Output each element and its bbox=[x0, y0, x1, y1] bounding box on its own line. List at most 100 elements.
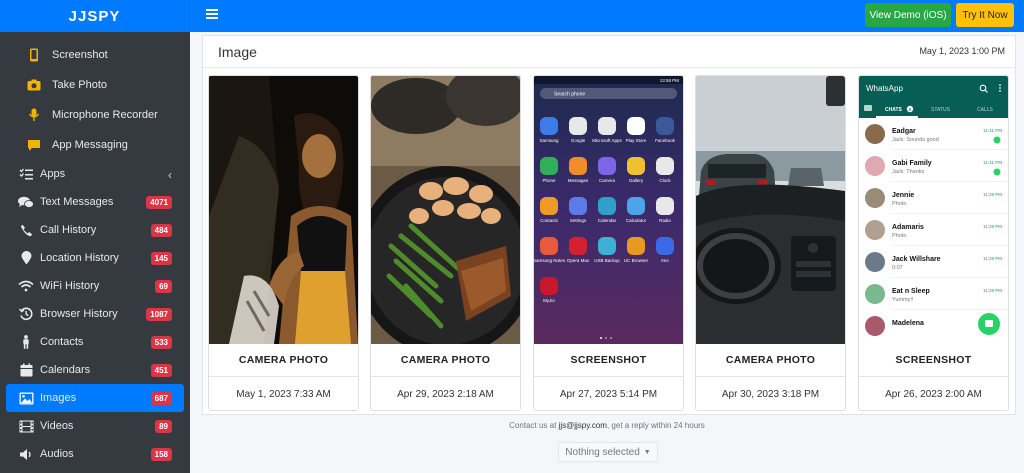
chat-name: Eat n Sleep bbox=[892, 288, 930, 295]
app-label: MyJio bbox=[543, 298, 555, 303]
sidebar-item-apps[interactable]: Apps ‹ bbox=[0, 160, 190, 188]
sidebar-item-screenshot[interactable]: Screenshot bbox=[0, 40, 190, 70]
app-icon bbox=[656, 237, 674, 255]
sidebar-item-label: Calendars bbox=[40, 364, 91, 376]
count-badge: 69 bbox=[155, 280, 172, 293]
sidebar-item-label: Audios bbox=[40, 448, 74, 460]
hamburger-menu-icon[interactable] bbox=[206, 9, 218, 21]
wa-tab-calls: CALLS bbox=[977, 107, 994, 113]
divider bbox=[892, 213, 1008, 214]
sidebar-item-call-history[interactable]: Call History 484 bbox=[0, 216, 190, 244]
avatar bbox=[865, 188, 885, 208]
media-date: May 1, 2023 7:33 AM bbox=[236, 389, 331, 400]
app-label: Phone bbox=[542, 178, 556, 183]
image-icon bbox=[18, 390, 34, 406]
sidebar-item-contacts[interactable]: Contacts 533 bbox=[0, 328, 190, 356]
app-label: Samsung bbox=[539, 138, 559, 143]
app-icon bbox=[656, 197, 674, 215]
sidebar-item-app-messaging[interactable]: App Messaging bbox=[0, 130, 190, 160]
app-icon bbox=[598, 197, 616, 215]
app-label: Facebook bbox=[655, 138, 676, 143]
contact-suffix: , get a reply within 24 hours bbox=[606, 421, 705, 430]
sidebar-item-take-photo[interactable]: Take Photo bbox=[0, 70, 190, 100]
wa-tab-status: STATUS bbox=[931, 107, 951, 113]
thumbnail-image[interactable] bbox=[209, 76, 358, 344]
sidebar-item-label: Call History bbox=[40, 224, 97, 236]
app-label: Google bbox=[571, 138, 586, 143]
chat-name: Madelena bbox=[892, 320, 924, 327]
count-badge: 687 bbox=[150, 392, 172, 405]
sidebar-item-audios[interactable]: Audios 158 bbox=[0, 440, 190, 468]
media-date: Apr 29, 2023 2:18 AM bbox=[397, 389, 494, 400]
sidebar-item-label: Location History bbox=[40, 252, 119, 264]
image-tile[interactable]: CAMERA PHOTO Apr 30, 2023 3:18 PM bbox=[695, 75, 846, 411]
sidebar-item-label: Take Photo bbox=[52, 79, 108, 91]
wifi-icon bbox=[18, 278, 34, 294]
wa-tab-chats: CHATS bbox=[885, 107, 903, 113]
chat-message: Jack: Thanks bbox=[892, 169, 925, 175]
app-label: Gallery bbox=[629, 178, 644, 183]
unread-badge bbox=[993, 136, 1001, 144]
contact-email-link[interactable]: jjs@jjspy.com bbox=[559, 421, 607, 430]
image-tile[interactable]: 13:58 PM Search phone Samsung Google Micro… bbox=[533, 75, 684, 411]
thumbnail-image[interactable] bbox=[371, 76, 520, 344]
chat-message: Jack: Sounds good bbox=[892, 137, 939, 143]
sidebar-item-microphone-recorder[interactable]: Microphone Recorder bbox=[0, 100, 190, 130]
sidebar-item-browser-history[interactable]: Browser History 1087 bbox=[0, 300, 190, 328]
app-label: Imo bbox=[661, 258, 669, 263]
image-tile[interactable]: CAMERA PHOTO Apr 29, 2023 2:18 AM bbox=[370, 75, 521, 411]
sidebar-item-label: Screenshot bbox=[52, 49, 108, 61]
avatar bbox=[865, 156, 885, 176]
app-label: UC Browser bbox=[624, 258, 649, 263]
view-demo-button[interactable]: View Demo (iOS) bbox=[865, 3, 951, 27]
thumbnail-image[interactable]: WhatsApp CHATS 5 STATUS CALLS Eadgar Jack… bbox=[859, 76, 1008, 344]
count-badge: 4071 bbox=[146, 196, 172, 209]
count-badge: 145 bbox=[150, 252, 172, 265]
chevron-left-icon: ‹ bbox=[168, 168, 172, 182]
film-icon bbox=[18, 418, 34, 434]
app-label: Contacts bbox=[540, 218, 559, 223]
brand-logo[interactable]: JJSPY bbox=[0, 0, 190, 32]
sidebar-item-label: Images bbox=[40, 392, 77, 404]
app-label: Calculator bbox=[626, 218, 647, 223]
divider bbox=[892, 149, 1008, 150]
count-badge: 533 bbox=[150, 336, 172, 349]
app-label: Radio bbox=[659, 218, 671, 223]
try-it-now-button[interactable]: Try It Now bbox=[956, 3, 1014, 27]
chat-message: Photo bbox=[892, 201, 906, 207]
sidebar-item-location-history[interactable]: Location History 145 bbox=[0, 244, 190, 272]
chat-time: 11:31 PM bbox=[983, 128, 1002, 133]
thumbnail-image[interactable]: 13:58 PM Search phone Samsung Google Micro… bbox=[534, 76, 683, 344]
divider bbox=[892, 181, 1008, 182]
app-icon bbox=[598, 237, 616, 255]
image-tile[interactable]: WhatsApp CHATS 5 STATUS CALLS Eadgar Jack… bbox=[858, 75, 1009, 411]
media-date: Apr 26, 2023 2:00 AM bbox=[885, 389, 982, 400]
phone-handset-icon bbox=[18, 222, 34, 238]
sidebar-item-text-messages[interactable]: Text Messages 4071 bbox=[0, 188, 190, 216]
sidebar-item-wifi-history[interactable]: WiFi History 69 bbox=[0, 272, 190, 300]
sidebar-item-calendars[interactable]: Calendars 451 bbox=[0, 356, 190, 384]
sidebar-item-videos[interactable]: Videos 89 bbox=[0, 412, 190, 440]
app-icon bbox=[569, 157, 587, 175]
chat-message: Yummy!! bbox=[892, 297, 914, 303]
app-label: Calendar bbox=[598, 218, 617, 223]
count-badge: 158 bbox=[150, 448, 172, 461]
divider bbox=[892, 309, 1008, 310]
chat-name: Jack Willshare bbox=[892, 256, 941, 263]
divider bbox=[892, 277, 1008, 278]
top-navbar: View Demo (iOS) Try It Now bbox=[190, 0, 1024, 32]
thumbnail-image[interactable] bbox=[696, 76, 845, 344]
sidebar-item-images[interactable]: Images 687 bbox=[6, 384, 184, 412]
media-type-label: SCREENSHOT bbox=[534, 344, 683, 377]
app-label: Settings bbox=[570, 218, 587, 223]
contact-prefix: Contact us at bbox=[509, 421, 557, 430]
sidebar-menu: Screenshot Take Photo Microphone Recorde… bbox=[0, 40, 190, 468]
app-label: USB Backup bbox=[594, 258, 620, 263]
app-icon bbox=[627, 157, 645, 175]
whatsapp-title: WhatsApp bbox=[866, 84, 903, 93]
page-title: Image bbox=[218, 44, 257, 60]
app-icon bbox=[540, 117, 558, 135]
selection-dropdown[interactable]: Nothing selected ▼ bbox=[558, 442, 658, 462]
image-tile[interactable]: CAMERA PHOTO May 1, 2023 7:33 AM bbox=[208, 75, 359, 411]
sidebar-item-label: WiFi History bbox=[40, 280, 100, 292]
